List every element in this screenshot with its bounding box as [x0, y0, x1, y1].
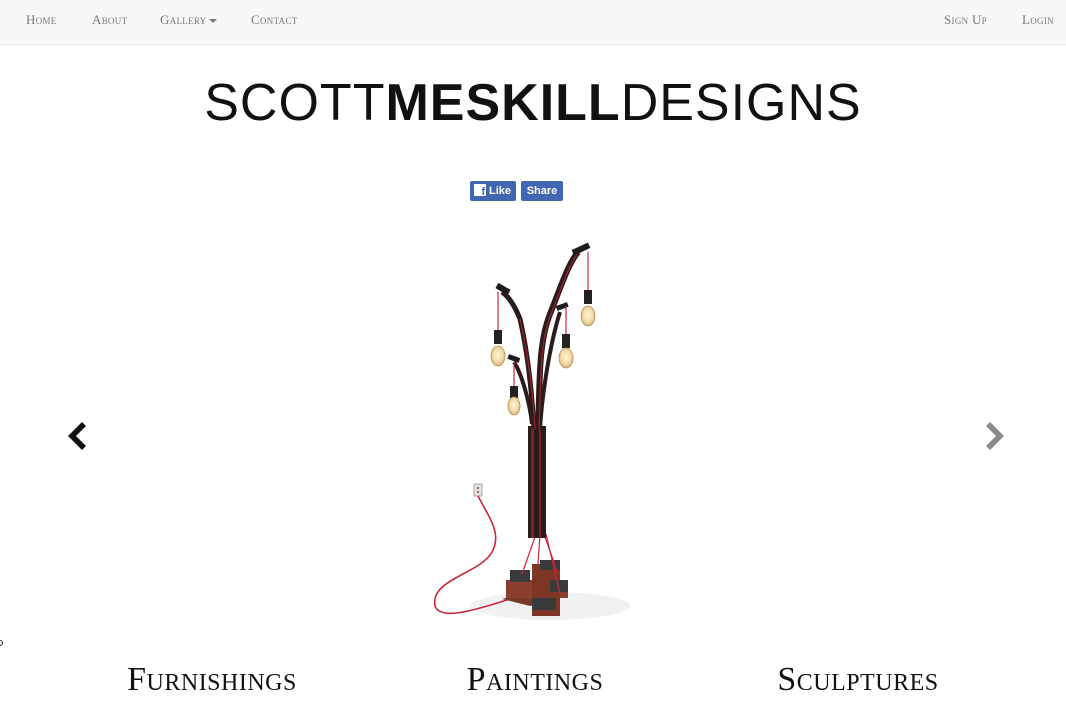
carousel-next-button[interactable]: [980, 416, 1010, 456]
nav-gallery-label: Gallery: [160, 12, 207, 27]
chevron-left-icon: [68, 422, 86, 450]
facebook-like-button[interactable]: Like: [470, 181, 516, 201]
caret-down-icon: [208, 19, 217, 24]
nav-home-link[interactable]: Home: [26, 0, 57, 40]
nav-login-link[interactable]: Login: [1022, 0, 1054, 40]
facebook-icon: [474, 184, 486, 198]
logo-part-designs: DESIGNS: [620, 74, 862, 132]
chevron-right-icon: [986, 422, 1004, 450]
category-sculptures-link[interactable]: Sculptures: [758, 658, 958, 702]
carousel-slide-image: [410, 234, 736, 636]
like-label: Like: [489, 185, 512, 197]
nav-contact-link[interactable]: Contact: [251, 0, 298, 40]
category-paintings-link[interactable]: Paintings: [435, 658, 635, 702]
top-navbar: Home About Gallery Contact Sign Up Login: [0, 0, 1066, 45]
carousel-indicator-dot[interactable]: [0, 640, 3, 646]
nav-signup-link[interactable]: Sign Up: [944, 0, 987, 40]
share-label: Share: [526, 185, 558, 197]
logo-part-scott: SCOTT: [204, 74, 386, 132]
nav-about-link[interactable]: About: [92, 0, 127, 40]
site-logo[interactable]: SCOTTMESKILLDESIGNS: [0, 72, 1066, 134]
nav-gallery-dropdown[interactable]: Gallery: [160, 0, 217, 40]
facebook-share-button[interactable]: Share: [521, 181, 563, 201]
logo-part-meskill: MESKILL: [385, 74, 621, 132]
carousel-prev-button[interactable]: [62, 416, 92, 456]
category-furnishings-link[interactable]: Furnishings: [112, 658, 312, 702]
tree-lamp-image: [410, 234, 736, 636]
